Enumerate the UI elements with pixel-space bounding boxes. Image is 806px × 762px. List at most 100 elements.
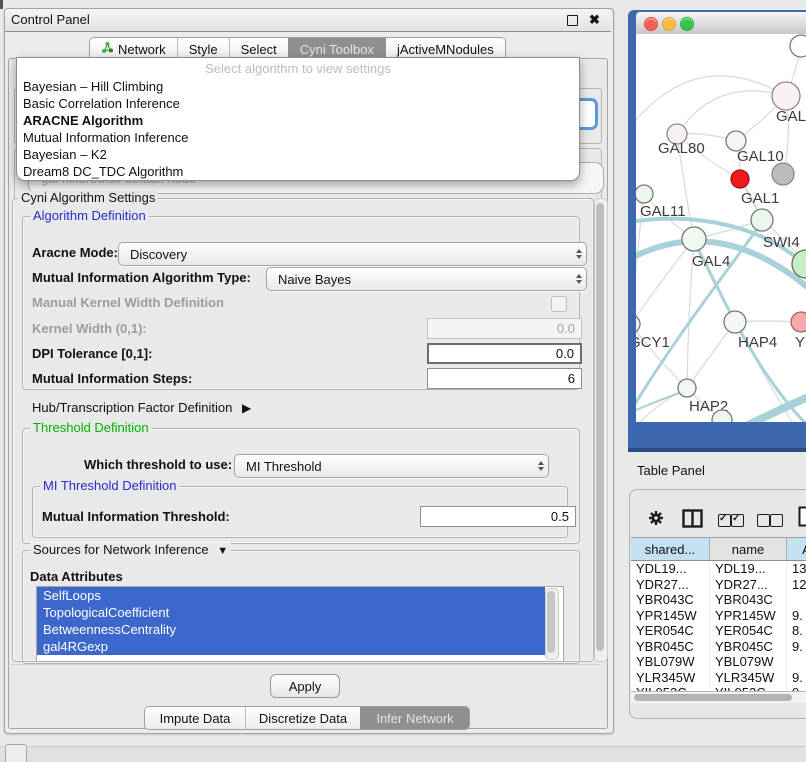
mi-threshold-label: Mutual Information Threshold: [42, 506, 230, 527]
algorithm-option[interactable]: Mutual Information Inference [21, 129, 573, 146]
node-label: HAP4 [738, 334, 777, 351]
mi-threshold-field[interactable]: 0.5 [420, 506, 576, 527]
collapsed-triangle-icon: ▶ [236, 401, 251, 415]
algorithm-option[interactable]: Bayesian – Hill Climbing [21, 78, 573, 95]
network-window-titlebar [636, 12, 806, 35]
attribute-item[interactable]: BetweennessCentrality [37, 621, 545, 638]
tab-infer-network[interactable]: Infer Network [360, 707, 469, 729]
column-header[interactable]: A [787, 538, 806, 561]
settings-scrollbar-thumb[interactable] [596, 203, 604, 651]
network-node[interactable] [724, 311, 746, 333]
data-attributes-label: Data Attributes [30, 568, 123, 586]
table-cell: YDL19... [710, 561, 787, 577]
hub-definition-toggle[interactable]: Hub/Transcription Factor Definition ▶ [32, 399, 251, 417]
table-row[interactable]: YPR145WYPR145W9. [631, 608, 806, 624]
network-node[interactable] [682, 227, 706, 251]
attribute-item[interactable]: TopologicalCoefficient [37, 604, 545, 621]
network-node[interactable] [731, 170, 749, 188]
mi-steps-field[interactable]: 6 [427, 368, 582, 389]
table-row[interactable]: YBR045CYBR045C9. [631, 639, 806, 655]
tab-impute-data[interactable]: Impute Data [145, 707, 245, 729]
node-label: Y [795, 334, 805, 351]
deselect-all-checkbox-icon[interactable] [770, 514, 783, 527]
new-table-icon[interactable] [798, 506, 806, 530]
attributes-scrollbar[interactable] [545, 588, 559, 660]
network-node[interactable] [772, 82, 800, 110]
zoom-traffic-light[interactable] [680, 17, 694, 31]
network-node[interactable] [678, 379, 696, 397]
attribute-item[interactable]: SelfLoops [37, 587, 545, 604]
close-icon[interactable]: ✖ [589, 9, 600, 31]
table-row[interactable]: YLR345WYLR345W9. [631, 670, 806, 686]
network-node[interactable] [772, 163, 794, 185]
mi-steps-label: Mutual Information Steps: [32, 369, 192, 389]
which-threshold-select[interactable]: MI Threshold [234, 454, 549, 478]
table-row[interactable]: YBL079WYBL079W [631, 654, 806, 670]
mi-type-select[interactable]: Naive Bayes [266, 267, 587, 291]
algorithm-popup-list: Bayesian – Hill ClimbingBasic Correlatio… [21, 78, 573, 180]
table-cell: 12 [787, 577, 806, 593]
table-cell: 13 [787, 561, 806, 577]
settings-scrollbar[interactable] [594, 198, 608, 662]
stepper-icon [570, 274, 582, 284]
attribute-item[interactable]: gal4RGexp [37, 638, 545, 655]
data-attributes-list: SelfLoopsTopologicalCoefficientBetweenne… [36, 586, 564, 662]
network-node[interactable] [790, 35, 806, 57]
network-node[interactable] [791, 312, 806, 332]
tab-label: Select [241, 42, 277, 57]
column-header[interactable]: shared... [631, 538, 710, 561]
kernel-width-field[interactable]: 0.0 [427, 318, 582, 339]
algorithm-option[interactable]: Dream8 DC_TDC Algorithm [21, 163, 573, 180]
table-row[interactable]: YER054CYER054C8. [631, 623, 806, 639]
settings-group-title: Cyni Algorithm Settings [18, 191, 158, 205]
close-traffic-light[interactable] [644, 17, 658, 31]
table-row[interactable]: YDL19...YDL19...13 [631, 561, 806, 577]
node-label: GAL4 [692, 253, 730, 270]
select-all-checkbox-icon[interactable] [731, 514, 744, 527]
table-row[interactable]: YDR27...YDR27...12 [631, 577, 806, 593]
table-cell: YLR345W [631, 670, 710, 686]
split-panel-icon[interactable] [682, 509, 703, 531]
table-cell [787, 654, 806, 670]
table-row[interactable]: YBR043CYBR043C [631, 592, 806, 608]
aracne-mode-select[interactable]: Discovery [118, 242, 587, 266]
table-cell: YDL19... [631, 561, 710, 577]
network-node[interactable] [636, 315, 640, 333]
deselect-all-checkbox-icon[interactable] [757, 514, 770, 527]
minimize-traffic-light[interactable] [662, 17, 676, 31]
panel-toggle-button[interactable] [5, 744, 27, 762]
tab-discretize-data[interactable]: Discretize Data [245, 707, 360, 729]
network-canvas[interactable]: GALGAL80GAL10GAL1GAL11SWI4GAL4GCY1HAP4YH… [636, 34, 806, 422]
sources-toggle[interactable]: Sources for Network Inference ▼ [30, 543, 231, 558]
tab-label: Cyni Toolbox [300, 42, 374, 57]
column-header[interactable]: name [710, 538, 787, 561]
dpi-tolerance-field[interactable]: 0.0 [427, 343, 582, 364]
attributes-scrollbar-thumb[interactable] [547, 591, 555, 653]
table-hscrollbar-thumb[interactable] [634, 694, 792, 701]
table-cell: 8. [787, 623, 806, 639]
screen: Control Panel ✖ Network S [0, 0, 806, 762]
manual-kernel-checkbox[interactable] [551, 296, 567, 312]
table-body: YDL19...YDL19...13YDR27...YDR27...12YBR0… [631, 561, 806, 691]
table-hscrollbar[interactable] [631, 691, 806, 703]
network-icon [101, 41, 114, 57]
network-node[interactable] [636, 185, 653, 203]
network-node[interactable] [751, 209, 773, 231]
algorithm-option[interactable]: ARACNE Algorithm [21, 112, 573, 129]
dpi-tolerance-label: DPI Tolerance [0,1]: [32, 344, 152, 364]
tab-label: Style [189, 42, 218, 57]
select-all-checkbox-icon[interactable] [718, 514, 731, 527]
bottom-tabbar: Impute Data Discretize Data Infer Networ… [144, 706, 470, 730]
algorithm-option[interactable]: Bayesian – K2 [21, 146, 573, 163]
table-header-row: shared...nameA [631, 538, 806, 561]
table-cell: YER054C [710, 623, 787, 639]
gear-icon[interactable] [648, 510, 664, 529]
node-label: GAL80 [658, 140, 705, 157]
node-label: GAL1 [741, 190, 779, 207]
node-label: GAL10 [737, 148, 784, 165]
float-window-icon[interactable] [567, 15, 578, 26]
tab-label: Network [118, 42, 166, 57]
table-cell: YER054C [631, 623, 710, 639]
apply-button[interactable]: Apply [270, 674, 340, 698]
algorithm-option[interactable]: Basic Correlation Inference [21, 95, 573, 112]
